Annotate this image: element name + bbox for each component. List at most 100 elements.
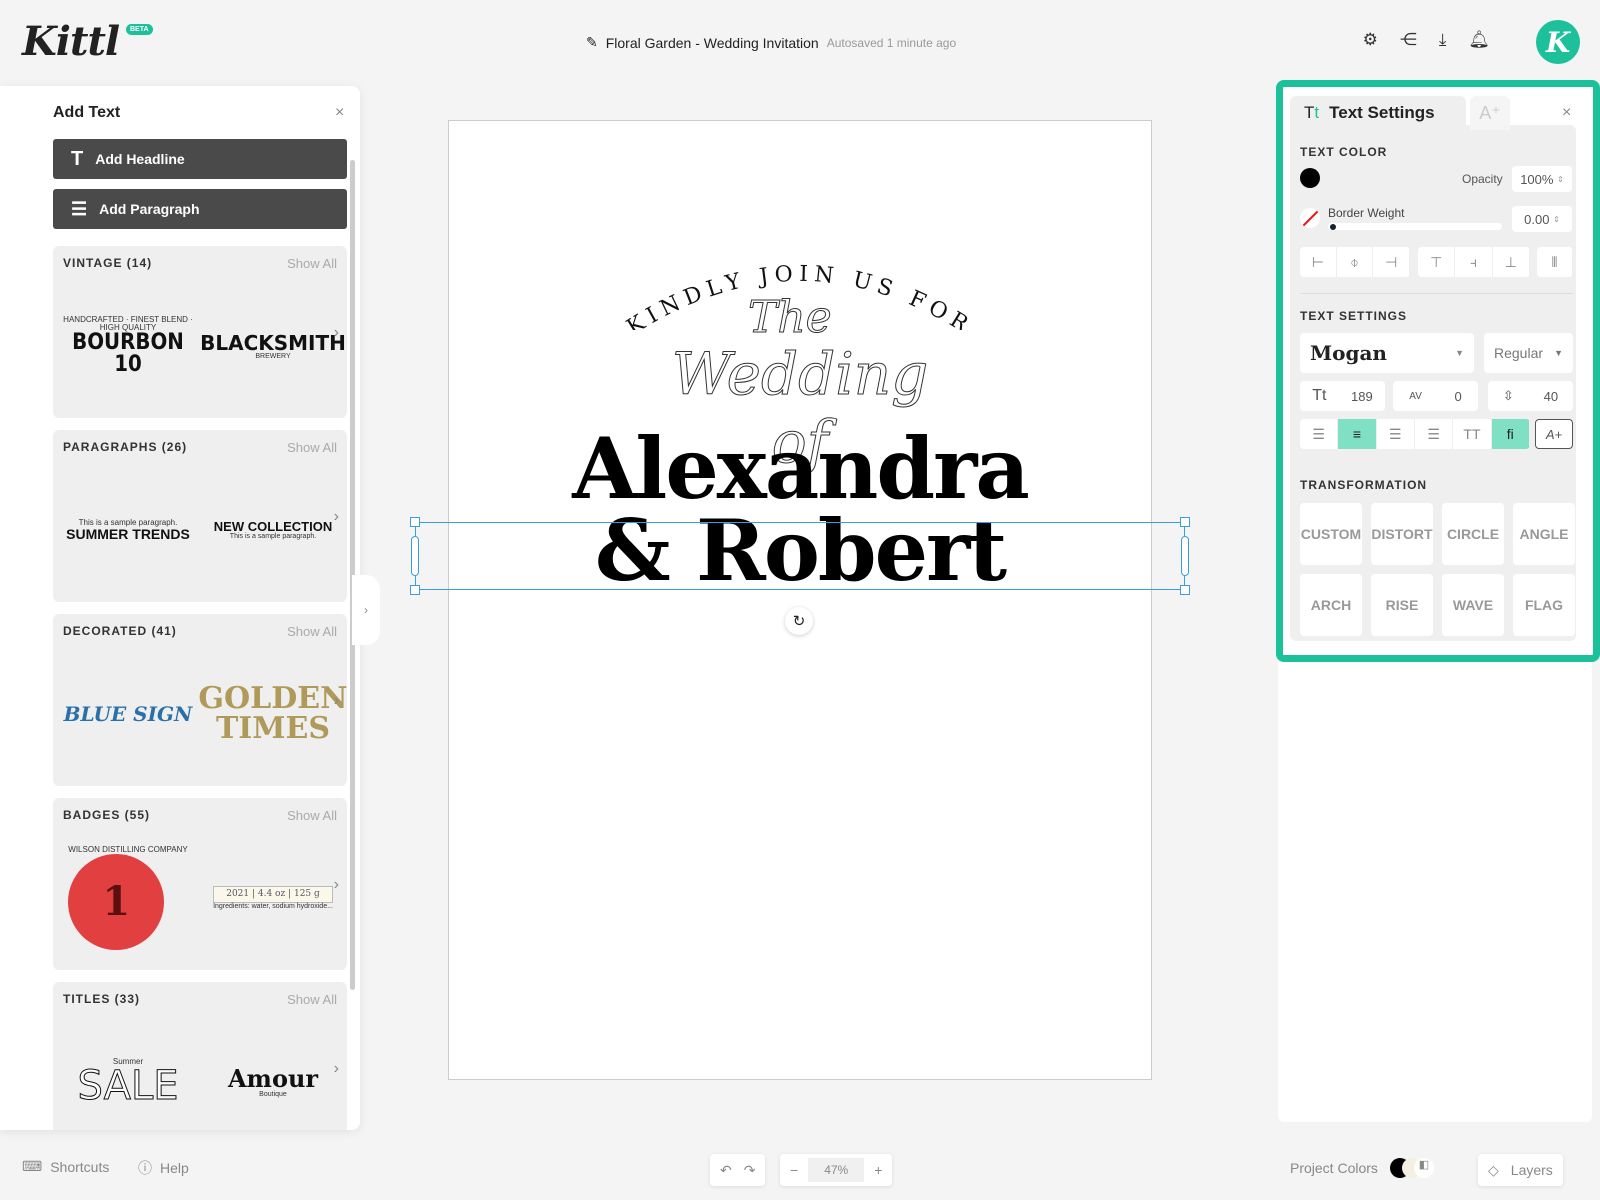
palette-icon[interactable]: ◧: [1413, 1158, 1434, 1178]
resize-handle[interactable]: [1180, 585, 1190, 595]
close-icon[interactable]: ×: [1562, 104, 1571, 122]
side-handle[interactable]: [1181, 536, 1189, 576]
transform-custom[interactable]: CUSTOM: [1300, 503, 1362, 565]
download-icon[interactable]: ⤓: [1439, 30, 1447, 50]
distribute-icon[interactable]: ⦀: [1537, 247, 1573, 277]
collapse-panel-button[interactable]: ›: [352, 575, 380, 645]
text-preset[interactable]: WILSON DISTILLING COMPANY 1: [63, 846, 193, 950]
border-weight-input[interactable]: 0.00 ⇕: [1512, 206, 1572, 232]
align-text-center-icon[interactable]: ≡: [1338, 419, 1377, 449]
transform-wave[interactable]: WAVE: [1442, 574, 1504, 636]
letter-spacing-input[interactable]: AV 0: [1393, 381, 1478, 411]
resize-handle[interactable]: [1180, 517, 1190, 527]
help-link[interactable]: ⓘ Help: [138, 1158, 189, 1178]
text-name1[interactable]: Alexandra: [448, 427, 1152, 511]
align-top-icon[interactable]: ⊤: [1418, 247, 1456, 277]
text-preset[interactable]: BLUE SIGN: [63, 664, 193, 764]
chevron-right-icon[interactable]: ›: [334, 508, 339, 526]
text-preset[interactable]: 2021 | 4.4 oz | 125 g Ingredients: water,…: [208, 848, 338, 948]
align-text-left-icon[interactable]: ☰: [1300, 419, 1339, 449]
zoom-level[interactable]: 47%: [808, 1158, 865, 1182]
ligature-button[interactable]: fi: [1491, 419, 1530, 449]
redo-icon[interactable]: ↷: [744, 1162, 756, 1179]
project-color-swatches[interactable]: ◧: [1389, 1158, 1434, 1178]
text-preset[interactable]: This is a sample paragraph. SUMMER TRENDS: [63, 480, 193, 580]
zoom-out-button[interactable]: −: [790, 1162, 798, 1178]
chevron-right-icon[interactable]: ›: [334, 876, 339, 894]
share-icon[interactable]: ⋲: [1400, 30, 1417, 50]
stepper-icon[interactable]: ⇕: [1557, 175, 1564, 184]
uppercase-button[interactable]: TT: [1453, 419, 1492, 449]
align-center-h-icon[interactable]: ⌽: [1337, 247, 1374, 277]
gear-icon[interactable]: ⚙: [1363, 30, 1378, 50]
chevron-right-icon[interactable]: ›: [334, 324, 339, 342]
project-title-text[interactable]: Floral Garden - Wedding Invitation: [606, 35, 819, 51]
resize-handle[interactable]: [410, 585, 420, 595]
text-preset[interactable]: GOLDEN TIMES: [198, 664, 347, 764]
category-title: PARAGRAPHS (26): [63, 440, 188, 454]
text-effects-button[interactable]: A+: [1535, 419, 1573, 449]
text-preset[interactable]: Summer SALE: [63, 1032, 193, 1130]
transform-angle[interactable]: ANGLE: [1513, 503, 1575, 565]
selection-box[interactable]: [410, 517, 1190, 595]
font-select[interactable]: Mogan ▼: [1300, 333, 1474, 373]
add-paragraph-button[interactable]: ☰ Add Paragraph: [53, 189, 347, 229]
preset-text: NEW COLLECTION: [213, 519, 333, 534]
resize-handle[interactable]: [410, 517, 420, 527]
shortcuts-link[interactable]: ⌨ Shortcuts: [22, 1158, 109, 1175]
keyboard-icon: ⌨: [22, 1158, 43, 1174]
project-title[interactable]: ✎ Floral Garden - Wedding Invitation Aut…: [586, 34, 956, 51]
zoom-in-button[interactable]: +: [874, 1162, 882, 1178]
chevron-right-icon[interactable]: ›: [334, 1060, 339, 1078]
line-height-input[interactable]: ⇳ 40: [1488, 381, 1573, 411]
show-all-link[interactable]: Show All: [287, 440, 337, 455]
font-size-input[interactable]: Tt 189: [1300, 381, 1385, 411]
border-color-swatch[interactable]: [1300, 208, 1320, 228]
close-icon[interactable]: ×: [335, 104, 344, 122]
transform-distort[interactable]: DISTORT: [1371, 503, 1433, 565]
transform-circle[interactable]: CIRCLE: [1442, 503, 1504, 565]
opacity-input[interactable]: 100% ⇕: [1512, 166, 1572, 192]
undo-icon[interactable]: ↶: [720, 1162, 732, 1179]
tab-text-settings[interactable]: Tt Text Settings: [1290, 96, 1466, 130]
add-headline-button[interactable]: T Add Headline: [53, 139, 347, 179]
bell-icon[interactable]: 🔔︎: [1468, 30, 1490, 50]
text-preset[interactable]: Amour Boutique: [208, 1032, 338, 1130]
border-weight-slider[interactable]: [1328, 223, 1502, 230]
project-colors[interactable]: Project Colors ◧: [1290, 1158, 1434, 1178]
layers-button[interactable]: ◇ Layers: [1478, 1154, 1563, 1186]
chevron-right-icon[interactable]: ›: [334, 692, 339, 710]
stepper-icon[interactable]: ⇕: [1553, 215, 1560, 224]
show-all-link[interactable]: Show All: [287, 624, 337, 639]
align-left-icon[interactable]: ⊢: [1300, 247, 1337, 277]
align-bottom-icon[interactable]: ⊥: [1493, 247, 1530, 277]
letter-spacing-value: 0: [1454, 388, 1462, 404]
slider-thumb[interactable]: [1330, 224, 1336, 230]
preset-text: BLUE SIGN: [63, 702, 193, 726]
show-all-link[interactable]: Show All: [287, 808, 337, 823]
justify-icon[interactable]: ☰: [1415, 419, 1454, 449]
text-the[interactable]: The: [748, 292, 833, 344]
preset-text: SUMMER TRENDS: [66, 526, 190, 542]
align-middle-icon[interactable]: ⫞: [1455, 247, 1493, 277]
side-handle[interactable]: [411, 536, 419, 576]
avatar[interactable]: K: [1536, 20, 1580, 64]
text-color-swatch[interactable]: [1300, 168, 1320, 188]
text-preset[interactable]: HANDCRAFTED · FINEST BLEND · HIGH QUALIT…: [63, 296, 193, 396]
rotate-icon[interactable]: ↻: [785, 607, 813, 635]
text-preset[interactable]: BLACKSMITH BREWERY: [200, 296, 346, 396]
transform-rise[interactable]: RISE: [1371, 574, 1433, 636]
beta-badge: BETA: [126, 24, 153, 35]
show-all-link[interactable]: Show All: [287, 256, 337, 271]
weight-select[interactable]: Regular ▼: [1484, 333, 1573, 373]
transform-arch[interactable]: ARCH: [1300, 574, 1362, 636]
align-right-icon[interactable]: ⊣: [1373, 247, 1410, 277]
text-preset[interactable]: NEW COLLECTION This is a sample paragraph…: [208, 480, 338, 580]
tab-effects[interactable]: A⁺: [1470, 96, 1510, 130]
kittl-logo[interactable]: Kittl: [22, 18, 120, 65]
show-all-link[interactable]: Show All: [287, 992, 337, 1007]
paragraph-icon: ☰: [71, 198, 88, 219]
opacity-value: 100%: [1520, 171, 1554, 187]
align-text-right-icon[interactable]: ☰: [1377, 419, 1415, 449]
transform-flag[interactable]: FLAG: [1513, 574, 1575, 636]
